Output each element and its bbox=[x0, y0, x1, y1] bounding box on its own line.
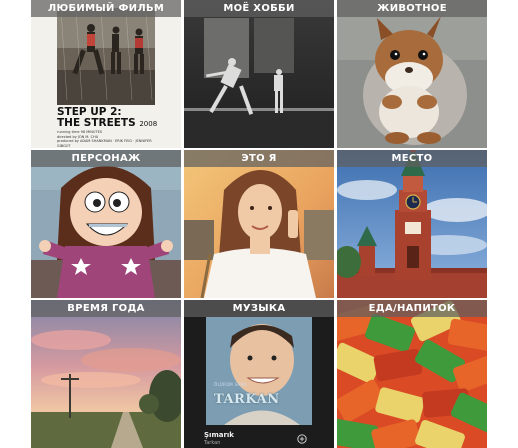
tile-label: ЭТО Я bbox=[184, 150, 334, 167]
tile-label: МУЗЫКА bbox=[184, 300, 334, 317]
tile-season[interactable]: ВРЕМЯ ГОДА bbox=[31, 300, 181, 448]
poster-fine-line: produced by ADAM SHANKMAN · ERIK FEIG · … bbox=[57, 139, 152, 148]
kremlin-tower-photo bbox=[337, 150, 487, 298]
selfie-photo bbox=[184, 150, 334, 298]
squirrel-photo bbox=[337, 0, 487, 148]
tile-label: ЕДА/НАПИТОК bbox=[337, 300, 487, 317]
tile-label: ПЕРСОНАЖ bbox=[31, 150, 181, 167]
poster-year: 2008 bbox=[139, 120, 158, 128]
dance-photo bbox=[184, 0, 334, 148]
tile-label: ЖИВОТНОЕ bbox=[337, 0, 487, 17]
album-cover-title: TARKAN bbox=[214, 392, 280, 407]
tile-label: ВРЕМЯ ГОДА bbox=[31, 300, 181, 317]
collage-grid: ЛЮБИМЫЙ ФИЛЬМ STEP UP 2: THE STREETS 200… bbox=[0, 0, 518, 448]
tile-animal[interactable]: ЖИВОТНОЕ bbox=[337, 0, 487, 148]
album-cover-subtitle: ÖLÜRÜM SANA bbox=[214, 382, 247, 387]
candies-photo bbox=[337, 300, 487, 448]
sunset-landscape-photo bbox=[31, 300, 181, 448]
tile-character[interactable]: ПЕРСОНАЖ bbox=[31, 150, 181, 298]
tile-label: МОЁ ХОББИ bbox=[184, 0, 334, 17]
tile-label: ЛЮБИМЫЙ ФИЛЬМ bbox=[31, 0, 181, 17]
poster-title-line2: THE STREETS bbox=[57, 117, 136, 129]
tile-place[interactable]: МЕСТО bbox=[337, 150, 487, 298]
track-artist: Tarkan bbox=[204, 440, 221, 446]
track-title: Şımarık bbox=[204, 431, 234, 439]
tile-music[interactable]: МУЗЫКА ÖLÜRÜM SANA TARKAN Şımarık Tarkan bbox=[184, 300, 334, 448]
tile-food-drink[interactable]: ЕДА/НАПИТОК bbox=[337, 300, 487, 448]
album-cover-image bbox=[184, 300, 334, 448]
poster-title: STEP UP 2: THE STREETS 2008 bbox=[57, 107, 157, 130]
plus-circle-icon[interactable] bbox=[297, 434, 307, 444]
cartoon-character-image bbox=[31, 150, 181, 298]
tile-hobby[interactable]: МОЁ ХОББИ bbox=[184, 0, 334, 148]
tile-favorite-film[interactable]: ЛЮБИМЫЙ ФИЛЬМ STEP UP 2: THE STREETS 200… bbox=[31, 0, 181, 148]
tile-its-me[interactable]: ЭТО Я bbox=[184, 150, 334, 298]
tile-label: МЕСТО bbox=[337, 150, 487, 167]
poster-fine-print: running time 98 MINUTES directed by JON … bbox=[57, 130, 157, 148]
